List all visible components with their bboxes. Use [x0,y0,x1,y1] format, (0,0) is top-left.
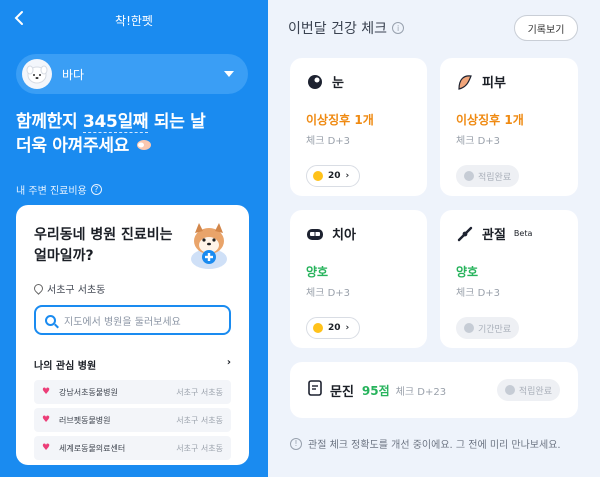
favorites-header[interactable]: 나의 관심 병원 › [34,357,231,372]
headline-text: 함께한지 [16,112,83,132]
hospital-name: 러브펫동물병원 [59,415,111,425]
card-title: 치아 [332,228,356,243]
pet-selector[interactable]: 바다 [16,54,248,94]
survey-card[interactable]: 문진 95점 체크 D+23 적립완료 [290,362,578,418]
card-status: 이상징후 1개 [456,113,524,127]
hospital-question: 우리동네 병원 진료비는 얼마일까? [34,227,173,264]
paw-icon [135,134,153,158]
notice: ! 관절 체크 정확도를 개선 중이에요. 그 전에 미리 만나보세요. [290,436,561,451]
app-title: 착!한펫 [115,14,153,28]
ear-icon [456,73,474,91]
coin-icon [313,171,323,181]
chevron-right-icon: › [345,171,350,181]
notice-text: 관절 체크 정확도를 개선 중이에요. 그 전에 미리 만나보세요. [308,440,561,451]
play-icon [464,171,474,181]
search-icon [45,314,56,326]
health-check-title-text: 이번달 건강 체크 [288,21,388,37]
card-status: 이상징후 1개 [306,113,374,127]
list-item[interactable]: ♥ 강남서초동물병원 서초구 서초동 [34,380,231,404]
card-header: 피부 [456,72,562,91]
favorites-list: ♥ 강남서초동물병원 서초구 서초동 ♥ 러브펫동물병원 서초구 서초동 ♥ 세… [34,380,231,460]
location-text: 서초구 서초동 [47,285,106,296]
reward-status: 적립완료 [478,172,512,183]
list-item[interactable]: ♥ 러브펫동물병원 서초구 서초동 [34,408,231,432]
card-status: 양호 [306,265,329,279]
headline: 함께한지 345일째 되는 날 더욱 아껴주세요 [16,110,206,158]
heart-icon: ♥ [42,442,51,453]
alert-icon: ! [290,437,302,450]
survey-score: 95점 [361,383,390,398]
card-check-date: 체크 D+3 [456,136,501,147]
reward-button[interactable]: 20 › [306,165,360,187]
card-header: 관절 Beta [456,224,562,243]
hospital-address: 서초구 서초동 [176,415,223,425]
card-check-date: 체크 D+3 [456,288,501,299]
help-icon[interactable]: ? [90,184,102,195]
card-title: 눈 [332,76,344,91]
card-title: 관절 [482,228,506,243]
card-check-date: 체크 D+3 [306,136,351,147]
eye-icon [306,73,324,91]
clipboard-icon [308,380,322,400]
days-count: 345일째 [82,112,149,133]
list-item[interactable]: ♥ 세계로동물의료센터 서초구 서초동 [34,436,231,460]
reward-value: 20 [328,323,341,333]
hospital-search-input[interactable]: 지도에서 병원을 둘러보세요 [34,305,231,335]
hospital-name: 강남서초동물병원 [59,387,118,397]
card-check-date: 체크 D+3 [306,288,351,299]
card-status: 양호 [456,265,479,279]
location-row: 서초구 서초동 [32,281,231,296]
left-panel: 착!한펫 바다 함께한지 345일째 되는 날 더욱 아껴주세요 내 주변 진료… [0,0,268,477]
chevron-right-icon: › [345,323,350,333]
beta-badge: Beta [513,229,533,238]
teeth-check-card[interactable]: 치아 양호 체크 D+3 20 › [290,210,427,348]
favorites-title: 나의 관심 병원 [34,361,97,372]
reward-status: 기간만료 [478,324,512,335]
dog-mascot-icon [183,219,235,271]
nearby-cost-text: 내 주변 진료비용 [16,186,87,197]
reward-value: 20 [328,171,341,181]
reward-status: 적립완료 [518,386,552,397]
history-button[interactable]: 기록보기 [514,15,578,41]
card-header: 치아 [306,224,411,243]
hospital-name: 세계로동물의료센터 [59,443,126,453]
search-placeholder: 지도에서 병원을 둘러보세요 [64,316,181,328]
skin-check-card[interactable]: 피부 이상징후 1개 체크 D+3 적립완료 [440,58,578,196]
headline-text: 되는 날 [148,112,206,132]
reward-button[interactable]: 20 › [306,317,360,339]
play-icon [504,385,515,395]
card-title: 피부 [482,76,506,91]
location-pin-icon [32,282,45,295]
pet-avatar [22,59,52,89]
coin-icon [313,323,323,333]
caret-down-icon [224,71,234,77]
headline-text: 더욱 아껴주세요 [16,136,129,156]
nearby-cost-label: 내 주변 진료비용 ? [16,182,102,197]
hospital-cost-card: 우리동네 병원 진료비는 얼마일까? 서초구 서초동 지도에서 병원을 둘러보세… [16,205,249,465]
play-icon [464,323,474,333]
joint-check-card[interactable]: 관절 Beta 양호 체크 D+3 기간만료 [440,210,578,348]
reward-expired-badge: 기간만료 [456,317,520,339]
survey-check-date: 체크 D+23 [395,386,447,398]
hospital-address: 서초구 서초동 [176,443,223,453]
heart-icon: ♥ [42,386,51,397]
info-icon[interactable]: i [392,22,405,34]
joint-icon [456,225,474,243]
teeth-icon [306,225,324,243]
card-header: 눈 [306,72,411,91]
reward-done-badge: 적립완료 [496,379,560,401]
health-check-title: 이번달 건강 체크 i [288,18,405,38]
chevron-right-icon: › [226,357,231,368]
reward-done-badge: 적립완료 [456,165,520,187]
eye-check-card[interactable]: 눈 이상징후 1개 체크 D+3 20 › [290,58,427,196]
hospital-address: 서초구 서초동 [176,387,223,397]
heart-icon: ♥ [42,414,51,425]
pet-name: 바다 [62,67,85,82]
survey-title: 문진 [330,384,354,400]
